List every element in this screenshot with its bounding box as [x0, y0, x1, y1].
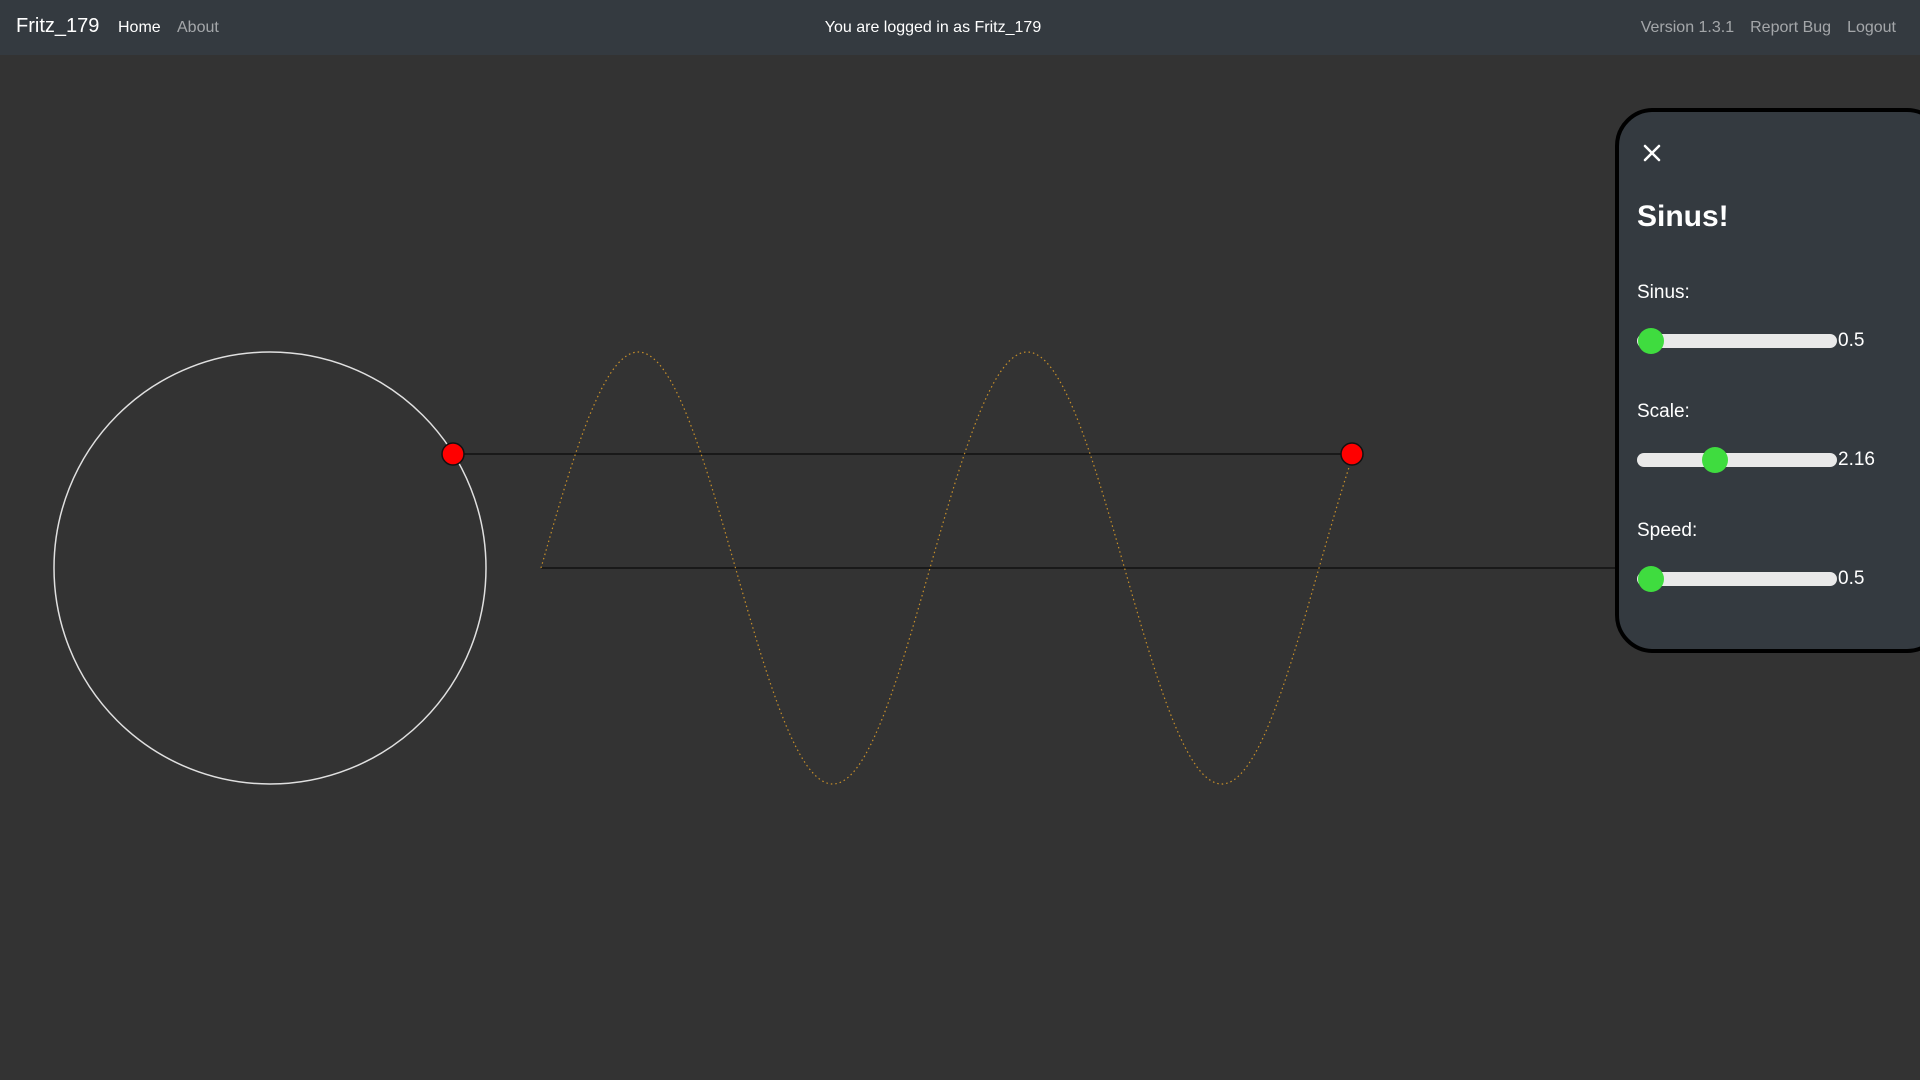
wave-point-marker[interactable] [1340, 442, 1364, 466]
scale-slider-thumb[interactable] [1702, 447, 1728, 473]
speed-slider[interactable] [1637, 566, 1837, 592]
scale-slider-label: Scale: [1637, 401, 1690, 422]
sinus-slider-thumb[interactable] [1638, 328, 1664, 354]
speed-slider-thumb[interactable] [1638, 566, 1664, 592]
sinus-slider[interactable] [1637, 328, 1837, 354]
nav-right-group: Version 1.3.1 Report Bug Logout [1641, 19, 1896, 37]
scale-slider[interactable] [1637, 447, 1837, 473]
sinus-slider-label: Sinus: [1637, 282, 1690, 303]
report-bug-link[interactable]: Report Bug [1750, 19, 1831, 37]
panel-title: Sinus! [1637, 200, 1729, 233]
sinus-slider-value: 0.5 [1838, 330, 1865, 351]
logout-link[interactable]: Logout [1847, 19, 1896, 37]
speed-slider-label: Speed: [1637, 520, 1698, 541]
speed-slider-value: 0.5 [1838, 568, 1865, 589]
navbar: Fritz_179 Home About You are logged in a… [0, 0, 1920, 55]
scale-slider-value: 2.16 [1838, 449, 1875, 470]
settings-panel: Sinus! Sinus: 0.5 Scale: 2.16 Speed: 0.5 [1615, 108, 1920, 653]
unit-circle [53, 351, 487, 785]
close-icon[interactable] [1639, 140, 1665, 166]
circle-point-marker[interactable] [441, 442, 465, 466]
login-status: You are logged in as Fritz_179 [824, 19, 1042, 36]
version-label: Version 1.3.1 [1640, 19, 1735, 36]
